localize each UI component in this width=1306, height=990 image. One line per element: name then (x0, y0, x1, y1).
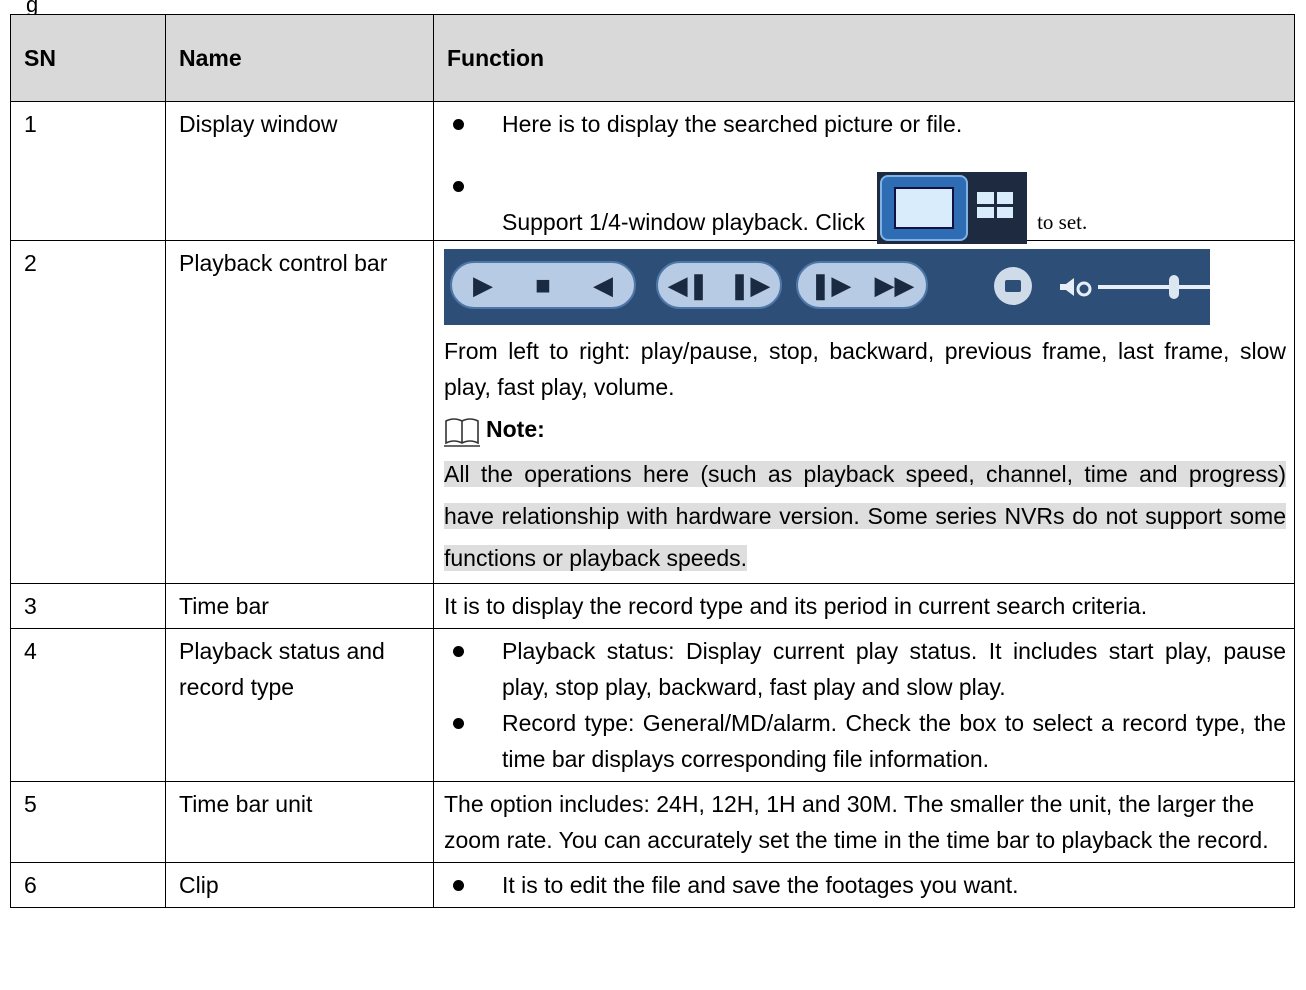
note-title: Note: (486, 416, 545, 442)
table-row: 1 Display window Here is to display the … (10, 101, 1295, 244)
row-sn: 5 (10, 781, 166, 863)
list-item: Here is to display the searched picture … (444, 106, 1286, 164)
row-name: Time bar (165, 583, 434, 629)
row-text: From left to right: play/pause, stop, ba… (444, 338, 1286, 400)
row-sn: 4 (10, 628, 166, 782)
row-name: Playback control bar (165, 240, 434, 584)
single-window-icon (880, 175, 969, 241)
list-item: Record type: General/MD/alarm. Check the… (444, 705, 1286, 777)
header-sn: SN (10, 14, 166, 102)
list-item: It is to edit the file and save the foot… (444, 867, 1286, 903)
note-text: All the operations here (such as playbac… (444, 461, 1286, 571)
list-item: Playback status: Display current play st… (444, 633, 1286, 705)
table-row: 3 Time bar It is to display the record t… (10, 583, 1295, 629)
row-sn: 6 (10, 862, 166, 908)
table-header-row: SN Name Function (10, 14, 1295, 102)
table-row: 2 Playback control bar ▶ ■ ◀ ◀❚ ❚▶ ❚▶ ▶▶ (10, 240, 1295, 584)
row-sn: 2 (10, 240, 166, 584)
table-row: 5 Time bar unit The option includes: 24H… (10, 781, 1295, 863)
bullet-text: Support 1/4-window playback. Click (502, 209, 866, 235)
row-text: The option includes: 24H, 12H, 1H and 30… (433, 781, 1295, 863)
row-function: Playback status: Display current play st… (433, 628, 1295, 782)
row-sn: 1 (10, 101, 166, 241)
header-function: Function (433, 14, 1295, 102)
previous-frame-icon: ◀❚ (667, 270, 710, 300)
row-function: It is to edit the file and save the foot… (433, 862, 1295, 908)
play-icon: ▶ (473, 270, 494, 300)
row-function: Here is to display the searched picture … (433, 101, 1295, 244)
row-name: Playback status and record type (165, 628, 434, 782)
window-split-icon (877, 172, 1028, 244)
header-name: Name (165, 14, 434, 102)
row-name: Clip (165, 862, 434, 908)
table-row: 4 Playback status and record type Playba… (10, 628, 1295, 782)
row-text: It is to display the record type and its… (433, 583, 1295, 629)
bullet-suffix: to set. (1037, 210, 1088, 234)
playback-function-table: SN Name Function 1 Display window Here i… (10, 14, 1295, 908)
stop-icon: ■ (535, 270, 551, 300)
playback-control-bar-image: ▶ ■ ◀ ◀❚ ❚▶ ❚▶ ▶▶ (444, 249, 1210, 325)
row-name: Time bar unit (165, 781, 434, 863)
table-row: 6 Clip It is to edit the file and save t… (10, 862, 1295, 908)
snapshot-icon (994, 267, 1032, 305)
quad-window-icon (977, 192, 1014, 218)
list-item: Support 1/4-window playback. Click to se… (444, 168, 1286, 244)
volume-knob (1169, 275, 1179, 299)
fast-play-icon: ▶▶ (874, 270, 915, 300)
row-function: ▶ ■ ◀ ◀❚ ❚▶ ❚▶ ▶▶ From left to right: pl… (433, 240, 1295, 584)
backward-icon: ◀ (592, 270, 613, 300)
volume-icon (1060, 278, 1092, 297)
book-icon (444, 418, 480, 447)
row-name: Display window (165, 101, 434, 241)
row-sn: 3 (10, 583, 166, 629)
next-frame-icon: ❚▶ (728, 270, 771, 300)
volume-slider (1098, 275, 1210, 299)
slow-play-icon: ❚▶ (809, 270, 852, 300)
